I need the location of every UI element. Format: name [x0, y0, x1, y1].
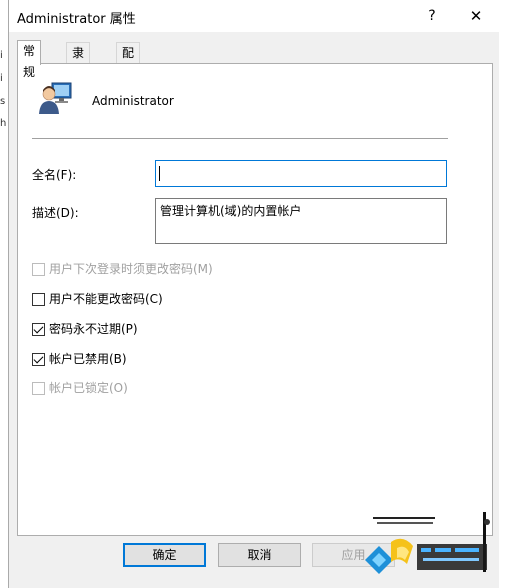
option-label: 帐户已锁定(O) [49, 381, 128, 395]
window-title: Administrator 属性 [17, 12, 136, 27]
account-name: Administrator [92, 94, 174, 108]
close-button[interactable]: ✕ [458, 2, 494, 30]
cannot-change-password-option[interactable]: 用户不能更改密码(C) [32, 291, 163, 307]
ok-button[interactable]: 确定 [123, 543, 206, 567]
background-text-fragment: i [0, 73, 3, 84]
must-change-password-option[interactable]: 用户下次登录时须更改密码(M) [32, 261, 213, 277]
password-never-expires-checkbox[interactable] [32, 322, 45, 336]
help-button[interactable]: ? [414, 2, 450, 30]
user-account-icon [39, 82, 72, 114]
properties-dialog: Administrator 属性 ? ✕ 常规 隶属于 配置文件 Adminis… [8, 0, 501, 588]
tab-member-of[interactable]: 隶属于 [66, 42, 91, 102]
separator [32, 138, 448, 139]
full-name-input[interactable] [155, 160, 447, 187]
account-disabled-option[interactable]: 帐户已禁用(B) [32, 351, 127, 367]
must-change-password-checkbox[interactable] [32, 262, 45, 276]
background-text-fragment: h [0, 118, 7, 129]
option-label: 密码永不过期(P) [49, 322, 138, 336]
description-label: 描述(D): [32, 206, 79, 220]
account-locked-option[interactable]: 帐户已锁定(O) [32, 380, 128, 396]
general-tab-panel: Administrator 全名(F): 描述(D): 管理计算机(域)的内置帐… [17, 63, 493, 536]
background-text-fragment: s [0, 96, 6, 107]
background-text-fragment: i [0, 50, 3, 61]
tab-general[interactable]: 常规 [17, 40, 42, 79]
background-window-edge-right [499, 0, 507, 588]
tab-profile[interactable]: 配置文件 [116, 42, 141, 123]
option-label: 用户下次登录时须更改密码(M) [49, 262, 213, 276]
account-disabled-checkbox[interactable] [32, 352, 45, 366]
title-bar[interactable]: Administrator 属性 ? ✕ [9, 0, 500, 32]
full-name-label: 全名(F): [32, 168, 77, 182]
option-label: 帐户已禁用(B) [49, 352, 127, 366]
cancel-button[interactable]: 取消 [218, 543, 301, 567]
cannot-change-password-checkbox[interactable] [32, 292, 45, 306]
password-never-expires-option[interactable]: 密码永不过期(P) [32, 321, 138, 337]
text-caret [159, 166, 160, 181]
option-label: 用户不能更改密码(C) [49, 292, 163, 306]
account-locked-checkbox[interactable] [32, 381, 45, 395]
description-input[interactable]: 管理计算机(域)的内置帐户 [155, 198, 447, 244]
watermark-logo [365, 512, 490, 574]
